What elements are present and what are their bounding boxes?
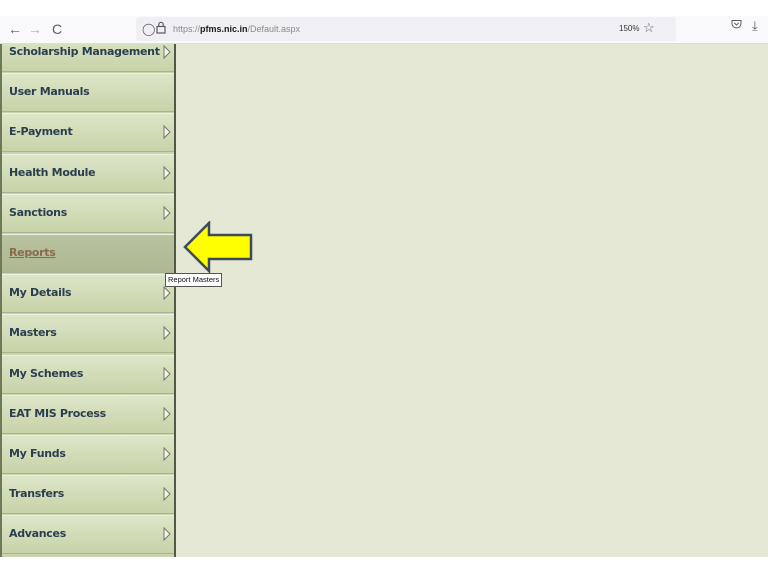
back-icon[interactable]: ← [6, 20, 24, 38]
sidebar-item-label: User Manuals [9, 85, 90, 99]
lock-icon[interactable] [156, 21, 166, 38]
submenu-chevron-icon [163, 366, 171, 381]
sidebar-item-user-manuals[interactable]: User Manuals [2, 73, 174, 113]
sidebar-item-sanctions[interactable]: Sanctions [2, 193, 174, 233]
sidebar-item-label: Advances [9, 527, 66, 541]
submenu-chevron-icon [163, 326, 171, 341]
forward-icon[interactable]: → [26, 20, 44, 38]
sidebar-item-reports[interactable]: Reports [2, 234, 174, 273]
bookmark-star-icon[interactable]: ☆ [643, 20, 655, 36]
sidebar-item-health-module[interactable]: Health Module [2, 153, 174, 193]
submenu-chevron-icon [163, 446, 171, 462]
pocket-icon[interactable] [731, 19, 742, 33]
sidebar-item-e-payment[interactable]: E-Payment [2, 113, 174, 153]
sidebar-item-label: E-Payment [9, 125, 73, 139]
submenu-chevron-icon [163, 285, 171, 301]
address-bar[interactable]: ◯ https://pfms.nic.in/Default.aspx 150% … [136, 17, 676, 41]
sidebar-item-label: Scholarship Management [9, 45, 160, 58]
zoom-level-badge[interactable]: 150% [619, 22, 639, 36]
sidebar-item-my-funds[interactable]: My Funds [2, 435, 174, 474]
download-icon[interactable]: ⤓ [752, 18, 758, 34]
browser-toolbar: ← → C ◯ https://pfms.nic.in/Default.aspx… [0, 16, 768, 44]
sidebar-item-label: Health Module [9, 165, 96, 179]
sidebar-item-label: My Schemes [9, 366, 84, 380]
sidebar-menu: Scholarship Management User Manuals E-Paym… [0, 44, 176, 557]
submenu-chevron-icon [163, 486, 171, 502]
sidebar-item-scholarship-management[interactable]: Scholarship Management [2, 44, 174, 72]
sidebar-item-advances[interactable]: Advances [2, 515, 174, 555]
submenu-chevron-icon [163, 165, 171, 180]
sidebar-item-label: My Details [9, 286, 72, 300]
page-bottom-margin [0, 557, 768, 576]
submenu-chevron-icon [163, 527, 171, 542]
shield-icon[interactable]: ◯ [142, 21, 155, 37]
sidebar-item-label: Masters [9, 326, 57, 340]
sidebar-item-my-details[interactable]: My Details [2, 274, 174, 314]
sidebar-item-eat-mis-process[interactable]: EAT MIS Process [2, 394, 174, 434]
submenu-chevron-icon [163, 406, 171, 422]
sidebar-item-label: Sanctions [9, 205, 67, 219]
sidebar-item-label: My Funds [9, 447, 66, 460]
page-content: Scholarship Management User Manuals E-Paym… [0, 44, 768, 557]
sidebar-item-label[interactable]: Reports [9, 246, 56, 259]
sidebar-item-label: Transfers [9, 487, 65, 501]
sidebar-item-transfers[interactable]: Transfers [2, 475, 174, 515]
reload-icon[interactable]: C [48, 20, 66, 38]
submenu-chevron-icon [163, 205, 171, 221]
sidebar-item-masters[interactable]: Masters [2, 314, 174, 354]
sidebar-item-label: EAT MIS Process [9, 406, 106, 420]
yellow-arrow-annotation [183, 221, 253, 273]
tooltip: Report Masters [165, 273, 223, 287]
submenu-chevron-icon [163, 125, 171, 140]
submenu-chevron-icon [163, 44, 171, 60]
url-text[interactable]: https://pfms.nic.in/Default.aspx [173, 22, 300, 36]
sidebar-item-my-schemes[interactable]: My Schemes [2, 354, 174, 394]
